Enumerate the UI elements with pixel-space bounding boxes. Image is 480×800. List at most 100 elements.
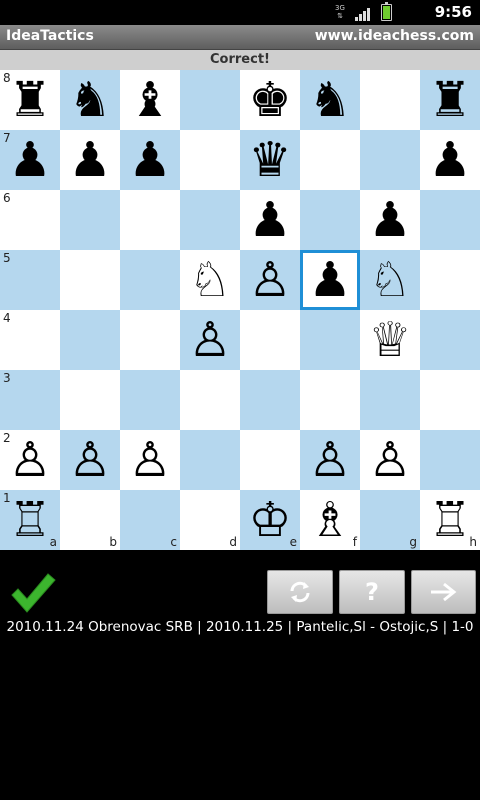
square-f8[interactable]: ♞ xyxy=(300,70,360,130)
black-queen-icon[interactable]: ♛ xyxy=(240,130,300,190)
rank-label-5: 5 xyxy=(3,251,11,265)
square-a3[interactable]: 3 xyxy=(0,370,60,430)
square-g6[interactable]: ♟ xyxy=(360,190,420,250)
website-link[interactable]: www.ideachess.com xyxy=(315,28,474,44)
white-rook-icon[interactable]: ♖ xyxy=(0,490,60,550)
square-c3[interactable] xyxy=(120,370,180,430)
black-knight-icon[interactable]: ♞ xyxy=(60,70,120,130)
square-b5[interactable] xyxy=(60,250,120,310)
black-rook-icon[interactable]: ♜ xyxy=(420,70,480,130)
black-bishop-icon[interactable]: ♝ xyxy=(120,70,180,130)
white-queen-icon[interactable]: ♕ xyxy=(360,310,420,370)
square-b6[interactable] xyxy=(60,190,120,250)
square-a6[interactable]: 6 xyxy=(0,190,60,250)
white-pawn-icon[interactable]: ♙ xyxy=(360,430,420,490)
square-h4[interactable] xyxy=(420,310,480,370)
square-e6[interactable]: ♟ xyxy=(240,190,300,250)
square-h8[interactable]: ♜ xyxy=(420,70,480,130)
square-b3[interactable] xyxy=(60,370,120,430)
white-bishop-icon[interactable]: ♗ xyxy=(300,490,360,550)
refresh-button[interactable] xyxy=(267,570,333,614)
square-h6[interactable] xyxy=(420,190,480,250)
square-c5[interactable] xyxy=(120,250,180,310)
square-a2[interactable]: 2 ♙ xyxy=(0,430,60,490)
square-h5[interactable] xyxy=(420,250,480,310)
square-f5[interactable]: ♟ xyxy=(300,250,360,310)
square-c2[interactable]: ♙ xyxy=(120,430,180,490)
square-g2[interactable]: ♙ xyxy=(360,430,420,490)
square-b2[interactable]: ♙ xyxy=(60,430,120,490)
square-h7[interactable]: ♟ xyxy=(420,130,480,190)
square-e8[interactable]: ♚ xyxy=(240,70,300,130)
black-pawn-icon[interactable]: ♟ xyxy=(300,250,360,310)
title-bar: IdeaTactics www.ideachess.com xyxy=(0,25,480,50)
black-rook-icon[interactable]: ♜ xyxy=(0,70,60,130)
square-c6[interactable] xyxy=(120,190,180,250)
white-pawn-icon[interactable]: ♙ xyxy=(180,310,240,370)
square-h1[interactable]: h ♖ xyxy=(420,490,480,550)
square-f2[interactable]: ♙ xyxy=(300,430,360,490)
white-rook-icon[interactable]: ♖ xyxy=(420,490,480,550)
square-c7[interactable]: ♟ xyxy=(120,130,180,190)
white-knight-icon[interactable]: ♘ xyxy=(360,250,420,310)
next-button[interactable] xyxy=(411,570,476,614)
square-f3[interactable] xyxy=(300,370,360,430)
hint-button[interactable]: ? xyxy=(339,570,405,614)
square-d8[interactable] xyxy=(180,70,240,130)
white-knight-icon[interactable]: ♘ xyxy=(180,250,240,310)
chess-board[interactable]: 8 ♜ ♞ ♝ ♚ ♞ ♜ 7 ♟ ♟ ♟ ♛ ♟ 6 ♟ ♟ 5 ♘ ♙ ♟ ♘ 4 ♙ ♕ 3 2 ♙ ♙ ♙ ♙ ♙ 1 a ♖ b c d e ♔ f… xyxy=(0,70,480,550)
square-g1[interactable]: g xyxy=(360,490,420,550)
square-d3[interactable] xyxy=(180,370,240,430)
square-h2[interactable] xyxy=(420,430,480,490)
square-f1[interactable]: f ♗ xyxy=(300,490,360,550)
black-pawn-icon[interactable]: ♟ xyxy=(0,130,60,190)
square-e2[interactable] xyxy=(240,430,300,490)
square-g7[interactable] xyxy=(360,130,420,190)
white-pawn-icon[interactable]: ♙ xyxy=(60,430,120,490)
black-pawn-icon[interactable]: ♟ xyxy=(420,130,480,190)
square-e1[interactable]: e ♔ xyxy=(240,490,300,550)
black-pawn-icon[interactable]: ♟ xyxy=(60,130,120,190)
square-b1[interactable]: b xyxy=(60,490,120,550)
black-pawn-icon[interactable]: ♟ xyxy=(120,130,180,190)
file-label-c: c xyxy=(170,535,177,549)
square-d6[interactable] xyxy=(180,190,240,250)
square-a4[interactable]: 4 xyxy=(0,310,60,370)
square-d5[interactable]: ♘ xyxy=(180,250,240,310)
square-a8[interactable]: 8 ♜ xyxy=(0,70,60,130)
square-c4[interactable] xyxy=(120,310,180,370)
square-d7[interactable] xyxy=(180,130,240,190)
square-g8[interactable] xyxy=(360,70,420,130)
square-g5[interactable]: ♘ xyxy=(360,250,420,310)
square-a5[interactable]: 5 xyxy=(0,250,60,310)
white-king-icon[interactable]: ♔ xyxy=(240,490,300,550)
black-king-icon[interactable]: ♚ xyxy=(240,70,300,130)
white-pawn-icon[interactable]: ♙ xyxy=(120,430,180,490)
square-d1[interactable]: d xyxy=(180,490,240,550)
square-d2[interactable] xyxy=(180,430,240,490)
square-e5[interactable]: ♙ xyxy=(240,250,300,310)
square-f7[interactable] xyxy=(300,130,360,190)
square-f6[interactable] xyxy=(300,190,360,250)
square-b7[interactable]: ♟ xyxy=(60,130,120,190)
square-f4[interactable] xyxy=(300,310,360,370)
square-a7[interactable]: 7 ♟ xyxy=(0,130,60,190)
white-pawn-icon[interactable]: ♙ xyxy=(0,430,60,490)
black-knight-icon[interactable]: ♞ xyxy=(300,70,360,130)
square-b8[interactable]: ♞ xyxy=(60,70,120,130)
square-e3[interactable] xyxy=(240,370,300,430)
black-pawn-icon[interactable]: ♟ xyxy=(240,190,300,250)
square-g3[interactable] xyxy=(360,370,420,430)
square-g4[interactable]: ♕ xyxy=(360,310,420,370)
white-pawn-icon[interactable]: ♙ xyxy=(300,430,360,490)
black-pawn-icon[interactable]: ♟ xyxy=(360,190,420,250)
square-e7[interactable]: ♛ xyxy=(240,130,300,190)
square-c8[interactable]: ♝ xyxy=(120,70,180,130)
square-d4[interactable]: ♙ xyxy=(180,310,240,370)
square-h3[interactable] xyxy=(420,370,480,430)
square-b4[interactable] xyxy=(60,310,120,370)
square-c1[interactable]: c xyxy=(120,490,180,550)
white-pawn-icon[interactable]: ♙ xyxy=(240,250,300,310)
square-e4[interactable] xyxy=(240,310,300,370)
square-a1[interactable]: 1 a ♖ xyxy=(0,490,60,550)
